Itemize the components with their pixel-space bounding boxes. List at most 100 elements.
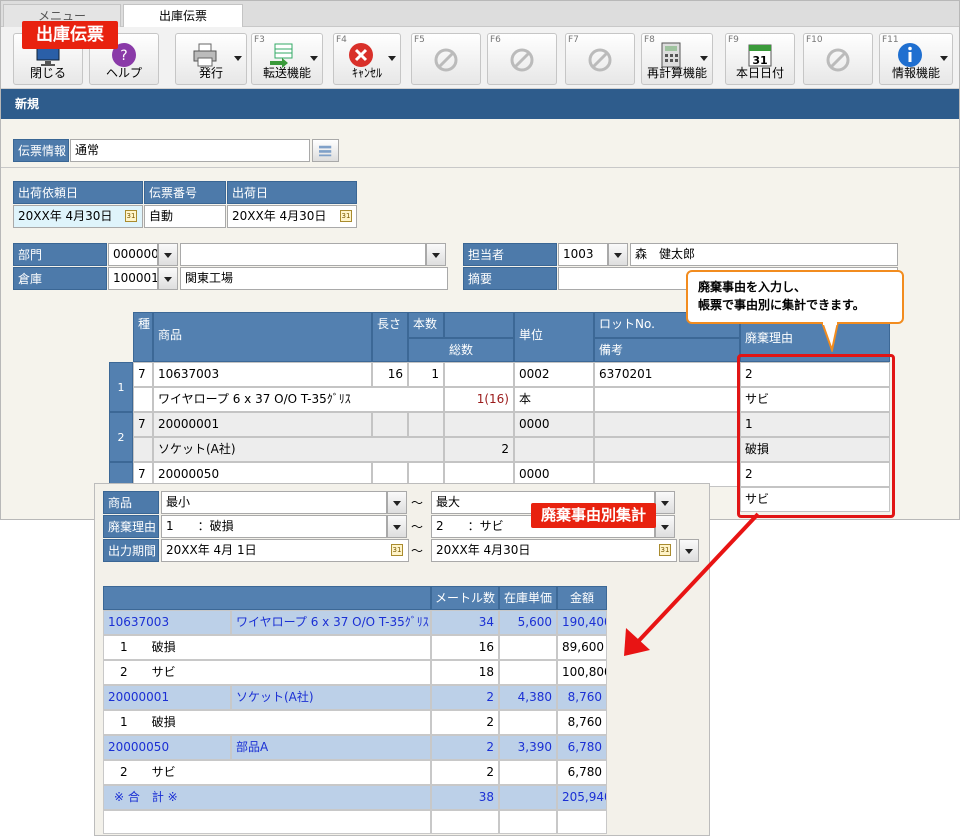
grid-cell-blank[interactable] (444, 412, 514, 437)
filter-reason-from[interactable]: 1 ：破損 (161, 515, 387, 538)
fkey-label: F7 (568, 35, 579, 45)
grid-cell-blank[interactable] (133, 437, 153, 462)
grid-cell-unit[interactable]: 本 (514, 387, 594, 412)
calendar-icon[interactable]: 31 (391, 544, 403, 556)
range-tilde: ～ (411, 520, 424, 534)
report-empty-cell (431, 810, 499, 834)
tab-strip: メニュー 出庫伝票 (1, 1, 959, 28)
warehouse-dropdown-button[interactable] (158, 267, 178, 290)
grid-cell-blank[interactable] (133, 387, 153, 412)
report-cell-amount: 100,800 (557, 660, 607, 685)
info-button[interactable]: F11 情報機能 (879, 33, 953, 85)
fkey-label: F9 (728, 35, 739, 45)
grid-cell-count[interactable] (408, 412, 444, 437)
slip-no-label: 伝票番号 (144, 181, 226, 204)
divider (1, 167, 959, 168)
grid-cell-total[interactable]: 2 (444, 437, 514, 462)
grid-cell-count[interactable]: 1 (408, 362, 444, 387)
issue-button[interactable]: 発行 (175, 33, 247, 85)
staff-name-field[interactable]: 森 健太郎 (630, 243, 898, 266)
grid-cell-product-name[interactable]: ソケット(A社) (153, 437, 444, 462)
grid-cell-kind[interactable]: 7 (133, 362, 153, 387)
dept-name-field[interactable] (180, 243, 426, 266)
report-cell-meters: 2 (431, 710, 499, 735)
grid-header-total: 総数 (408, 338, 514, 362)
fkey-label: F8 (644, 35, 655, 45)
report-group-name: 部品A (231, 735, 431, 760)
grid-cell-kind[interactable]: 7 (133, 412, 153, 437)
transfer-button[interactable]: F3 転送機能 (251, 33, 323, 85)
dept-name-dropdown-button[interactable] (426, 243, 446, 266)
callout-note: 廃棄事由を入力し、 帳票で事由別に集計できます。 (686, 270, 904, 324)
filter-product-from[interactable]: 最小 (161, 491, 387, 514)
tab-shipping-slip[interactable]: 出庫伝票 (123, 4, 243, 28)
disabled-icon (588, 48, 612, 72)
filter-period-from[interactable]: 20XX年 4月 1日 (161, 539, 409, 562)
mode-bar: 新規 (1, 89, 959, 119)
grid-header-product: 商品 (153, 312, 372, 362)
today-date-button[interactable]: F9 31 本日日付 (725, 33, 795, 85)
report-cell-meters: 2 (431, 760, 499, 785)
chevron-down-icon[interactable] (388, 56, 396, 61)
calendar-icon[interactable]: 31 (125, 210, 137, 222)
ship-date-field[interactable]: 20XX年 4月30日 (227, 205, 357, 228)
report-group-code: 20000001 (103, 685, 231, 710)
dept-code-field[interactable]: 000000 (108, 243, 158, 266)
grid-cell-unit-code[interactable]: 0002 (514, 362, 594, 387)
request-date-field[interactable]: 20XX年 4月30日 (13, 205, 143, 228)
report-header-amount: 金額 (557, 586, 607, 610)
report-total-amount: 205,940 (557, 785, 607, 810)
callout-line-2: 帳票で事由別に集計できます。 (698, 298, 865, 312)
fkey-label: F6 (490, 35, 501, 45)
staff-code-field[interactable]: 1003 (558, 243, 608, 266)
grid-header-kind: 種 (133, 312, 153, 362)
grid-cell-lot[interactable]: 6370201 (594, 362, 740, 387)
grid-cell-unit[interactable] (514, 437, 594, 462)
chevron-down-icon[interactable] (700, 56, 708, 61)
filter-product-label: 商品 (103, 491, 159, 514)
row-number[interactable]: 1 (109, 362, 133, 412)
grid-cell-product-code[interactable]: 10637003 (153, 362, 372, 387)
report-cell-price (499, 660, 557, 685)
range-tilde: ～ (411, 496, 424, 510)
report-cell-price (499, 710, 557, 735)
grid-cell-blank[interactable] (444, 362, 514, 387)
report-total-meters: 38 (431, 785, 499, 810)
grid-cell-lot[interactable] (594, 412, 740, 437)
report-reason-name: サビ (151, 765, 176, 779)
report-cell-meters: 16 (431, 635, 499, 660)
filter-product-from-dropdown[interactable] (387, 491, 407, 514)
recalculate-button[interactable]: F8 再計算機能 (641, 33, 713, 85)
today-date-button-label: 本日日付 (735, 66, 784, 80)
report-group-name: ワイヤロープ 6 x 37 O/O T-35ｸﾞﾘｽ (231, 610, 431, 635)
f6-button[interactable]: F6 (487, 33, 557, 85)
filter-reason-from-dropdown[interactable] (387, 515, 407, 538)
slip-no-field[interactable]: 自動 (144, 205, 226, 228)
f7-button[interactable]: F7 (565, 33, 635, 85)
grid-cell-length[interactable]: 16 (372, 362, 408, 387)
grid-cell-length[interactable] (372, 412, 408, 437)
f5-button[interactable]: F5 (411, 33, 481, 85)
grid-cell-note[interactable] (594, 387, 740, 412)
warehouse-code-field[interactable]: 100001 (108, 267, 158, 290)
grid-cell-note[interactable] (594, 437, 740, 462)
report-cell-amount: 6,780 (557, 735, 607, 760)
row-number[interactable]: 2 (109, 412, 133, 462)
grid-cell-product-code[interactable]: 20000001 (153, 412, 372, 437)
grid-cell-total[interactable]: 1(16) (444, 387, 514, 412)
slip-info-field[interactable]: 通常 (70, 139, 310, 162)
report-reason-no: 1 (120, 640, 128, 654)
warehouse-name-field[interactable]: 関東工場 (180, 267, 448, 290)
f10-button[interactable]: F10 (803, 33, 873, 85)
chevron-down-icon[interactable] (310, 56, 318, 61)
slip-info-lookup-button[interactable] (312, 139, 339, 162)
staff-dropdown-button[interactable] (608, 243, 628, 266)
chevron-down-icon[interactable] (940, 56, 948, 61)
report-header-blank (103, 586, 431, 610)
chevron-down-icon[interactable] (234, 56, 242, 61)
calendar-icon[interactable]: 31 (340, 210, 352, 222)
grid-cell-product-name[interactable]: ワイヤロープ 6 x 37 O/O T-35ｸﾞﾘｽ (153, 387, 444, 412)
grid-cell-unit-code[interactable]: 0000 (514, 412, 594, 437)
dept-dropdown-button[interactable] (158, 243, 178, 266)
cancel-button[interactable]: F4 ｷｬﾝｾﾙ (333, 33, 401, 85)
